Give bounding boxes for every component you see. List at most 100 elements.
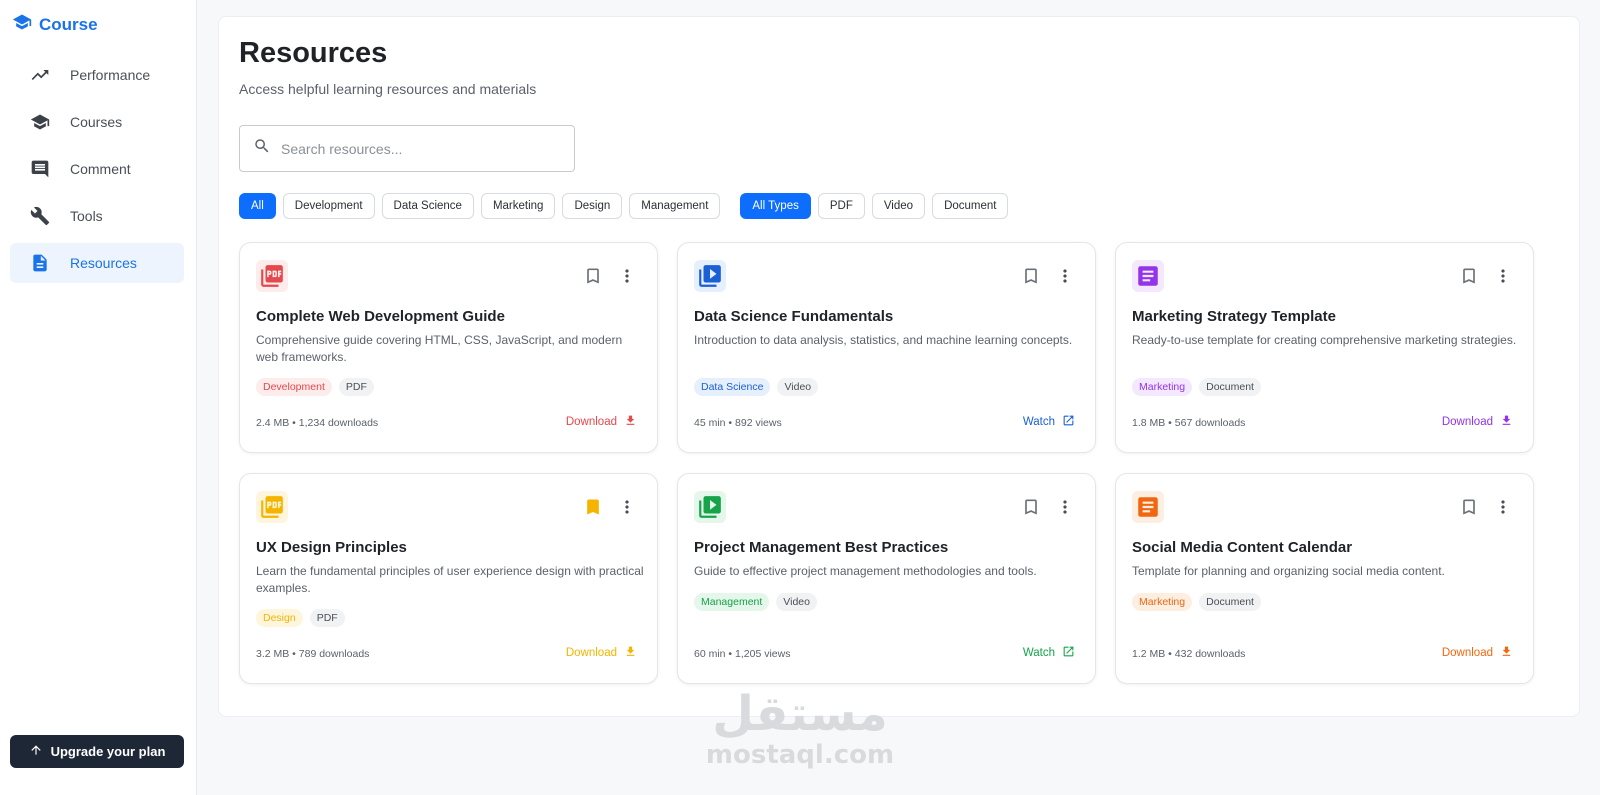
resource-description: Guide to effective project management me…	[694, 564, 1037, 578]
filter-type-all[interactable]: All Types	[740, 193, 811, 219]
filter-type-document[interactable]: Document	[932, 193, 1009, 219]
sidebar-nav: Performance Courses Comment Tools Resour…	[10, 55, 184, 290]
filter-category-design[interactable]: Design	[562, 193, 623, 219]
filter-category-data-science[interactable]: Data Science	[381, 193, 474, 219]
school-icon	[10, 112, 70, 132]
filter-type-pdf[interactable]: PDF	[817, 193, 865, 219]
type-tag: PDF	[338, 378, 374, 396]
download-icon	[624, 645, 637, 661]
brand-logo[interactable]: Course	[12, 12, 98, 37]
filter-group-spacer	[727, 193, 733, 219]
download-button[interactable]: Download	[566, 645, 637, 661]
watch-button[interactable]: Watch	[1023, 414, 1075, 430]
resource-description: Introduction to data analysis, statistic…	[694, 333, 1073, 347]
resource-description: Comprehensive guide covering HTML, CSS, …	[256, 333, 623, 364]
resource-tags: Data Science Video	[694, 378, 819, 396]
more-options-icon[interactable]	[617, 497, 637, 517]
brand-label: Course	[39, 14, 98, 34]
download-button[interactable]: Download	[1442, 645, 1513, 661]
trending-icon	[10, 65, 70, 85]
filter-type-video[interactable]: Video	[871, 193, 926, 219]
more-options-icon[interactable]	[617, 266, 637, 286]
action-label: Watch	[1022, 647, 1055, 659]
search-box[interactable]	[239, 125, 575, 172]
sidebar-item-label: Performance	[70, 67, 151, 83]
resource-card[interactable]: Project Management Best Practices Guide …	[677, 473, 1096, 684]
download-icon	[1500, 414, 1513, 430]
category-tag: Development	[256, 378, 332, 396]
resource-description: Learn the fundamental principles of user…	[256, 564, 644, 595]
resource-meta: 1.2 MB • 432 downloads	[1132, 648, 1246, 660]
resource-card[interactable]: Complete Web Development Guide Comprehen…	[239, 242, 658, 453]
type-tag: PDF	[309, 609, 345, 627]
sidebar-item-courses[interactable]: Courses	[10, 102, 184, 142]
more-options-icon[interactable]	[1055, 497, 1075, 517]
comment-icon	[10, 159, 70, 179]
watermark-latin: mostaql.com	[705, 740, 895, 770]
pdf-icon	[256, 260, 288, 292]
sidebar-item-tools[interactable]: Tools	[10, 196, 184, 236]
filter-category-management[interactable]: Management	[629, 193, 721, 219]
page-title: Resources	[239, 37, 388, 69]
watch-button[interactable]: Watch	[1023, 645, 1075, 661]
resource-title: UX Design Principles	[256, 539, 407, 556]
resource-tags: Development PDF	[256, 378, 374, 396]
filter-bar: All Development Data Science Marketing D…	[239, 193, 1009, 219]
bookmark-icon[interactable]	[1459, 266, 1479, 286]
resource-tags: Design PDF	[256, 609, 345, 627]
resource-meta: 60 min • 1,205 views	[694, 648, 791, 660]
upgrade-plan-button[interactable]: Upgrade your plan	[10, 735, 184, 768]
category-tag: Data Science	[694, 378, 771, 396]
resource-tags: Management Video	[694, 593, 817, 611]
sidebar-item-resources[interactable]: Resources	[10, 243, 184, 283]
bookmark-icon[interactable]	[1021, 266, 1041, 286]
download-icon	[1500, 645, 1513, 661]
watermark-arabic: مستقل	[712, 686, 888, 742]
category-tag: Management	[694, 593, 770, 611]
article-icon	[1132, 491, 1164, 523]
resource-card[interactable]: Data Science Fundamentals Introduction t…	[677, 242, 1096, 453]
more-options-icon[interactable]	[1055, 266, 1075, 286]
bookmark-icon[interactable]	[583, 266, 603, 286]
sidebar-item-performance[interactable]: Performance	[10, 55, 184, 95]
more-options-icon[interactable]	[1493, 266, 1513, 286]
pdf-icon	[256, 491, 288, 523]
sidebar: Course Performance Courses Comment Tools	[0, 0, 197, 795]
video-library-icon	[694, 260, 726, 292]
more-options-icon[interactable]	[1493, 497, 1513, 517]
bookmark-icon[interactable]	[1021, 497, 1041, 517]
sidebar-item-label: Resources	[70, 255, 137, 271]
watermark: مستقل mostaql.com	[700, 688, 900, 770]
download-button[interactable]: Download	[566, 414, 637, 430]
resource-meta: 1.8 MB • 567 downloads	[1132, 417, 1246, 429]
arrow-up-icon	[29, 743, 43, 760]
filter-category-development[interactable]: Development	[282, 193, 375, 219]
sidebar-item-comment[interactable]: Comment	[10, 149, 184, 189]
filter-category-marketing[interactable]: Marketing	[480, 193, 556, 219]
resource-meta: 45 min • 892 views	[694, 417, 782, 429]
type-tag: Video	[776, 593, 817, 611]
action-label: Download	[565, 647, 617, 659]
action-label: Download	[565, 416, 617, 428]
download-button[interactable]: Download	[1442, 414, 1513, 430]
resource-title: Complete Web Development Guide	[256, 308, 505, 325]
resource-title: Social Media Content Calendar	[1132, 539, 1353, 556]
resource-meta: 3.2 MB • 789 downloads	[256, 648, 370, 660]
bookmark-icon[interactable]	[1459, 497, 1479, 517]
action-label: Watch	[1022, 416, 1055, 428]
filter-category-all[interactable]: All	[239, 193, 276, 219]
resource-card[interactable]: Marketing Strategy Template Ready-to-use…	[1115, 242, 1534, 453]
sidebar-item-label: Courses	[70, 114, 123, 130]
category-tag: Design	[256, 609, 303, 627]
action-label: Download	[1441, 647, 1493, 659]
resource-card[interactable]: UX Design Principles Learn the fundament…	[239, 473, 658, 684]
wrench-icon	[10, 206, 70, 226]
bookmark-filled-icon[interactable]	[583, 497, 603, 517]
graduation-cap-icon	[12, 12, 32, 37]
article-icon	[1132, 260, 1164, 292]
resource-title: Marketing Strategy Template	[1132, 308, 1336, 325]
resource-card[interactable]: Social Media Content Calendar Template f…	[1115, 473, 1534, 684]
resource-tags: Marketing Document	[1132, 593, 1261, 611]
type-tag: Video	[777, 378, 819, 396]
search-input[interactable]	[281, 140, 551, 157]
